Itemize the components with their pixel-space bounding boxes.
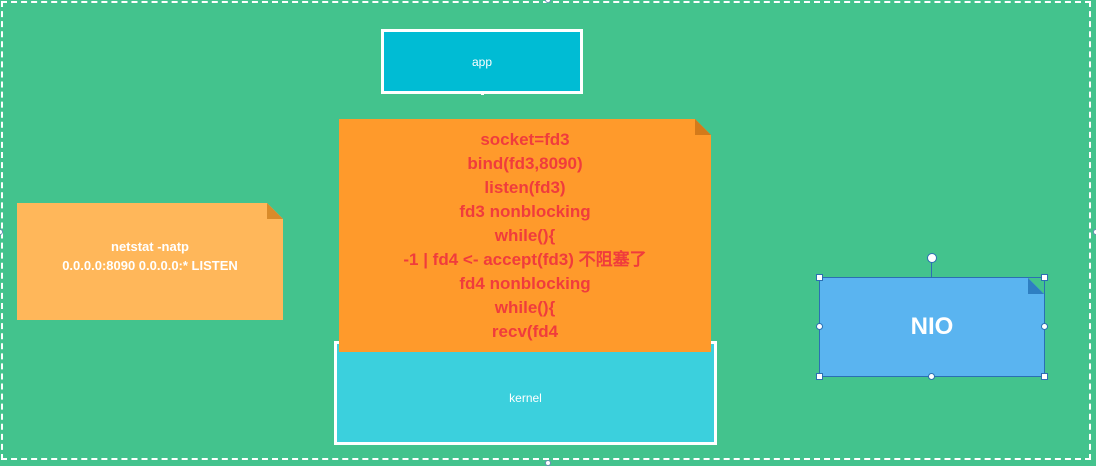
- netstat-note[interactable]: netstat -natp 0.0.0.0:8090 0.0.0.0:* LIS…: [17, 203, 283, 320]
- resize-handle-bottom-right[interactable]: [1041, 373, 1048, 380]
- netstat-command: netstat -natp: [111, 238, 189, 254]
- nio-label: NIO: [910, 313, 954, 340]
- code-line: -1 | fd4 <- accept(fd3) 不阻塞了: [403, 250, 647, 269]
- code-line: while(){: [494, 298, 556, 317]
- frame-handle-bottom[interactable]: [545, 460, 551, 466]
- kernel-box[interactable]: kernel: [334, 341, 717, 445]
- resize-handle-bottom[interactable]: [928, 373, 935, 380]
- resize-handle-top-left[interactable]: [816, 274, 823, 281]
- resize-handle-right[interactable]: [1041, 323, 1048, 330]
- rotation-stem: [931, 262, 932, 278]
- kernel-label: kernel: [509, 391, 542, 405]
- code-line: socket=fd3: [480, 130, 570, 149]
- netstat-output: 0.0.0.0:8090 0.0.0.0:* LISTEN: [62, 257, 238, 273]
- code-line: while(){: [494, 226, 556, 245]
- code-line: listen(fd3): [484, 178, 566, 197]
- app-box[interactable]: app: [381, 29, 583, 94]
- code-line: fd4 nonblocking: [459, 274, 591, 293]
- code-note[interactable]: socket=fd3 bind(fd3,8090) listen(fd3) fd…: [339, 119, 711, 352]
- code-line: bind(fd3,8090): [467, 154, 583, 173]
- resize-handle-top-right[interactable]: [1041, 274, 1048, 281]
- rotate-handle[interactable]: [927, 253, 937, 263]
- code-line: fd3 nonblocking: [459, 202, 591, 221]
- app-label: app: [471, 54, 493, 69]
- resize-handle-bottom-left[interactable]: [816, 373, 823, 380]
- code-line: recv(fd4: [491, 322, 559, 341]
- nio-note[interactable]: NIO: [820, 278, 1044, 376]
- connector-point: [481, 92, 484, 95]
- resize-handle-left[interactable]: [816, 323, 823, 330]
